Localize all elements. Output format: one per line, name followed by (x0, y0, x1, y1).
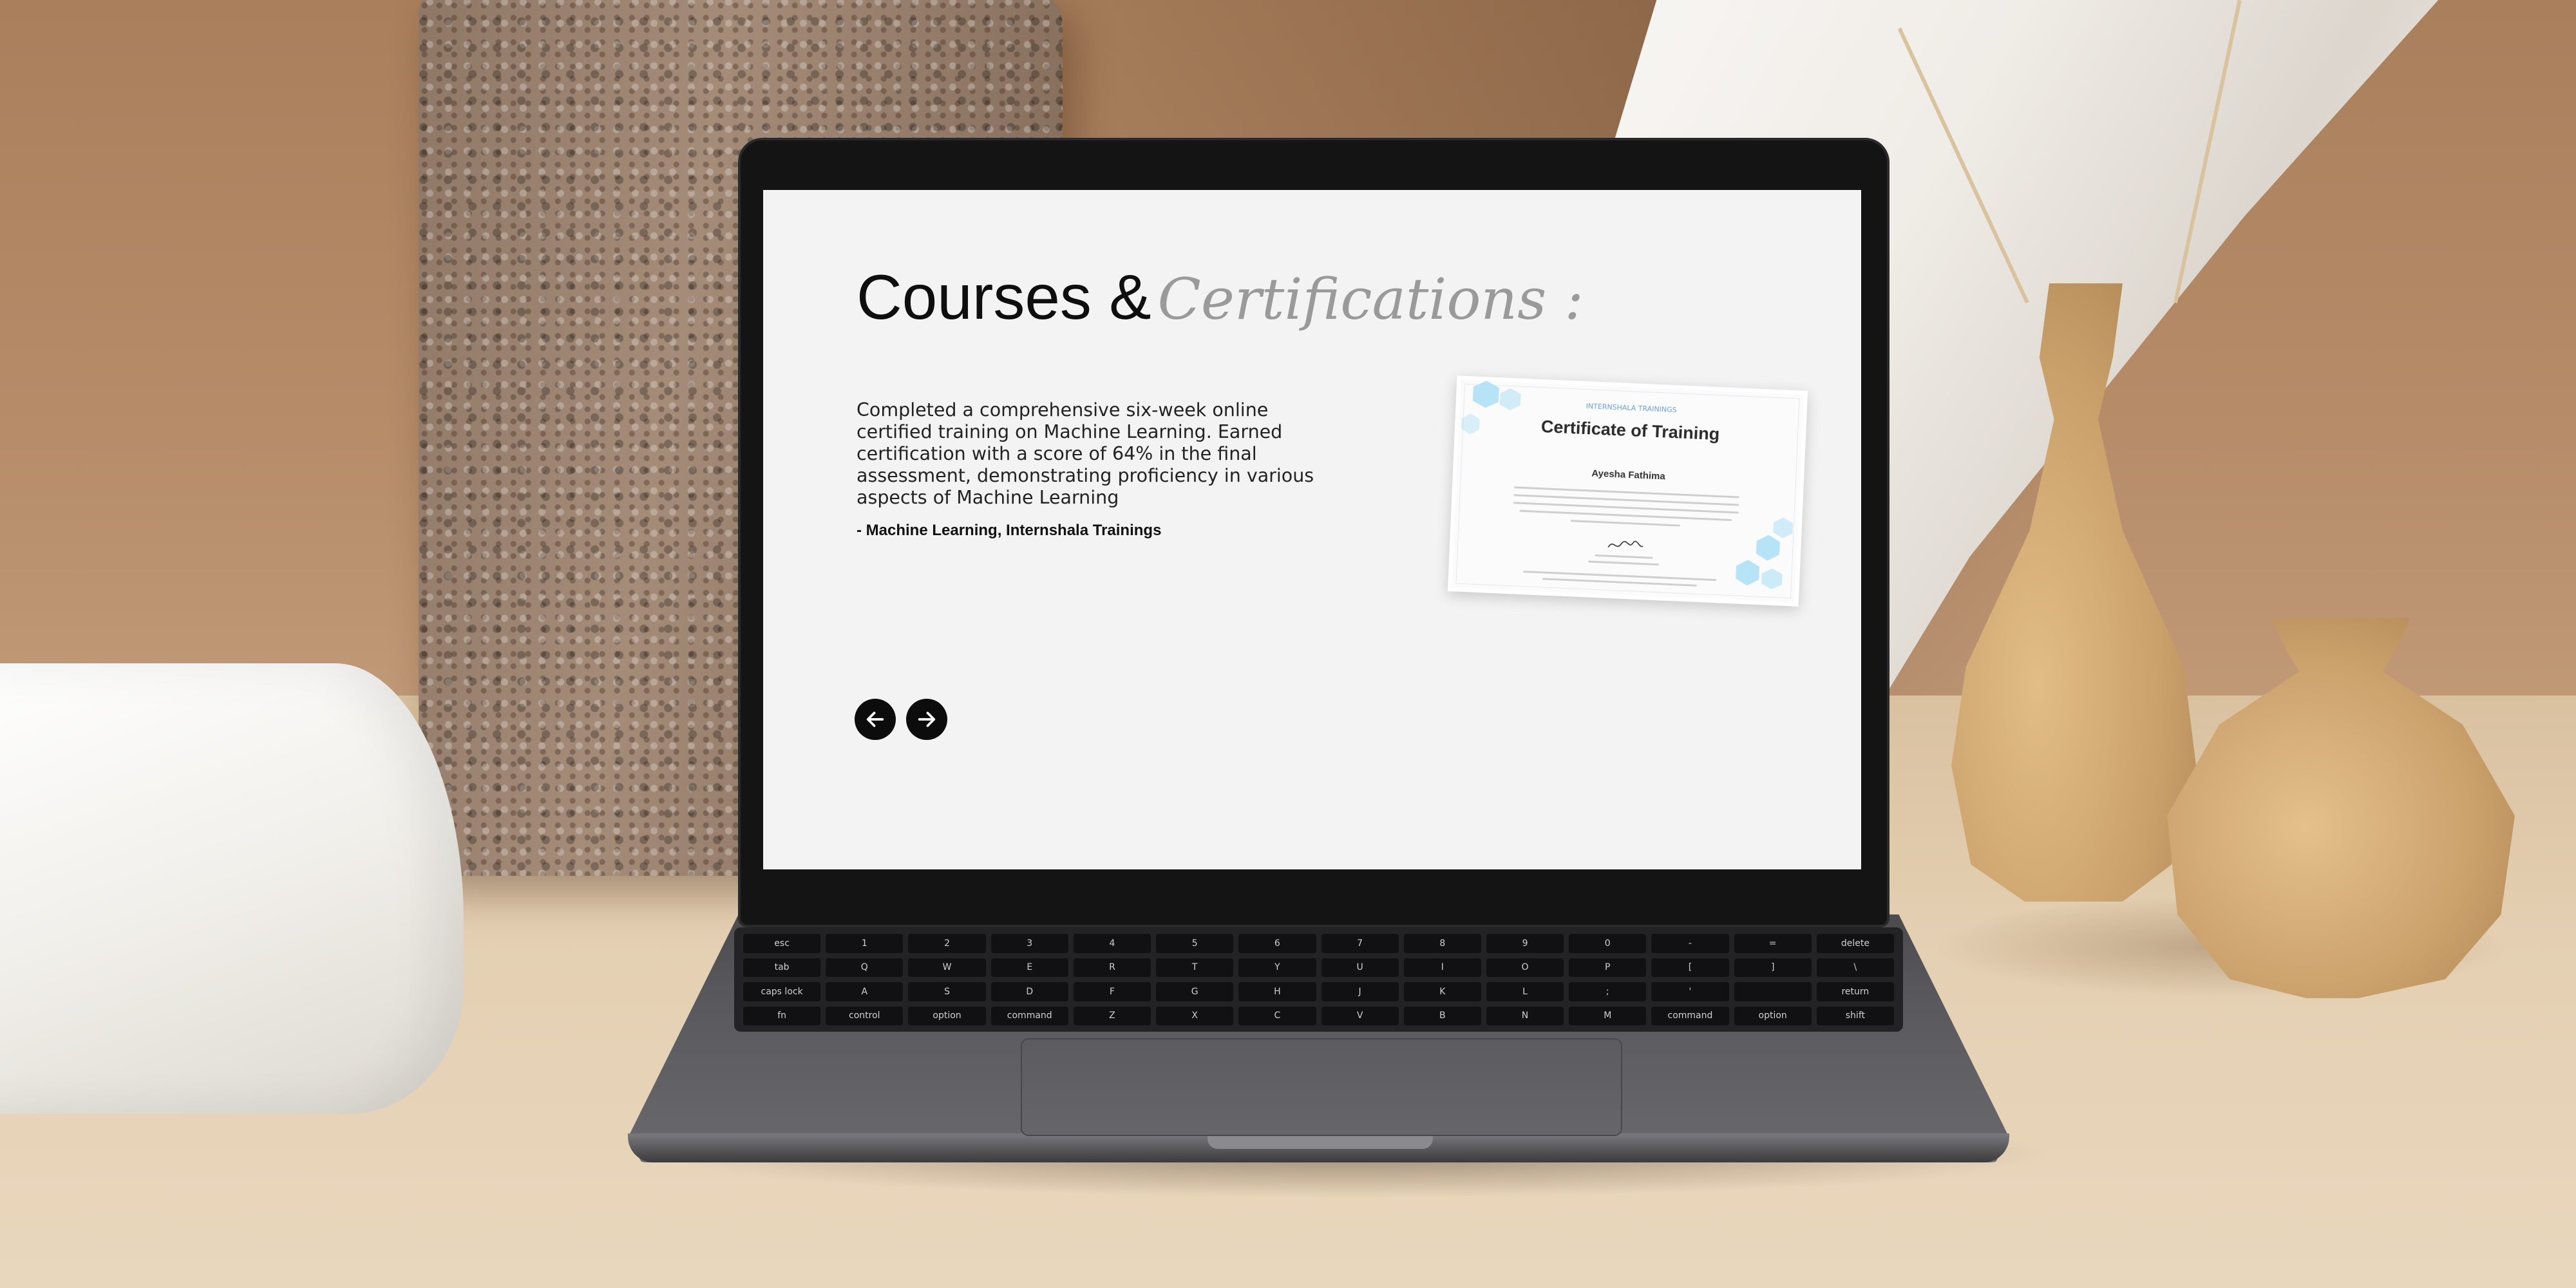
keyboard-key[interactable]: N (1486, 1006, 1564, 1025)
keyboard-key[interactable]: 0 (1569, 934, 1647, 953)
keyboard-key[interactable]: U (1321, 958, 1399, 977)
keyboard-key[interactable]: G (1156, 982, 1234, 1001)
laptop-screen: Courses & Certifications : Completed a co… (763, 190, 1861, 869)
keyboard-key[interactable]: 1 (826, 934, 904, 953)
keyboard-key[interactable]: Z (1073, 1006, 1151, 1025)
keyboard-key[interactable]: S (908, 982, 986, 1001)
keyboard-key[interactable]: E (990, 958, 1068, 977)
course-description: Completed a comprehensive six-week onlin… (857, 399, 1314, 508)
keyboard-key[interactable]: H (1238, 982, 1316, 1001)
trackpad[interactable] (1021, 1038, 1622, 1136)
page-title-accent: Certifications : (1157, 266, 1584, 332)
keyboard-key[interactable]: K (1403, 982, 1481, 1001)
next-button[interactable] (906, 699, 947, 740)
keyboard-key[interactable]: [ (1651, 958, 1729, 977)
keyboard-key[interactable]: X (1156, 1006, 1234, 1025)
keyboard-key[interactable]: \ (1816, 958, 1894, 977)
keyboard-key[interactable]: F (1073, 982, 1151, 1001)
page-title-main: Courses & (857, 261, 1151, 332)
keyboard-key[interactable]: caps lock (743, 982, 821, 1001)
keyboard-key[interactable]: = (1734, 934, 1812, 953)
keyboard-key[interactable]: return (1816, 982, 1894, 1001)
certificate-image[interactable]: INTERNSHALA TRAININGS Certificate of Tra… (1447, 375, 1808, 607)
keyboard-key[interactable]: 5 (1156, 934, 1234, 953)
arrow-right-icon (918, 712, 936, 727)
keyboard-key[interactable]: R (1073, 958, 1151, 977)
keyboard-key[interactable]: 3 (990, 934, 1068, 953)
page-title: Courses & Certifications : (857, 261, 1584, 334)
keyboard-key[interactable]: Y (1238, 958, 1316, 977)
keyboard-key[interactable]: ; (1569, 982, 1647, 1001)
keyboard-key[interactable]: esc (743, 934, 821, 953)
keyboard-key[interactable]: option (1734, 1006, 1812, 1025)
keyboard-key[interactable]: command (990, 1006, 1068, 1025)
keyboard-key[interactable]: P (1569, 958, 1647, 977)
keyboard-key[interactable]: Q (826, 958, 904, 977)
keyboard-key[interactable]: command (1651, 1006, 1729, 1025)
keyboard-key[interactable]: L (1486, 982, 1564, 1001)
keyboard-key[interactable]: C (1238, 1006, 1316, 1025)
keyboard-key[interactable]: tab (743, 958, 821, 977)
keyboard-key[interactable]: 2 (908, 934, 986, 953)
signature-icon (1607, 540, 1643, 548)
keyboard-key[interactable]: option (908, 1006, 986, 1025)
keyboard-key[interactable] (1734, 982, 1812, 1001)
keyboard-key[interactable]: control (826, 1006, 904, 1025)
keyboard-key[interactable]: J (1321, 982, 1399, 1001)
keyboard-key[interactable]: 9 (1486, 934, 1564, 953)
keyboard-key[interactable]: T (1156, 958, 1234, 977)
keyboard-key[interactable]: 8 (1403, 934, 1481, 953)
keyboard: esc 1 2 3 4 5 6 7 8 9 0- = delete tab Q W E R T Y U I O P[] \ cap… (734, 927, 1903, 1032)
keyboard-key[interactable]: - (1651, 934, 1729, 953)
arrow-left-icon (866, 712, 884, 727)
keyboard-key[interactable]: ] (1734, 958, 1812, 977)
folded-cloth (0, 663, 464, 1114)
course-source: - Machine Learning, Internshala Training… (857, 522, 1162, 539)
previous-button[interactable] (855, 699, 896, 740)
keyboard-key[interactable]: 7 (1321, 934, 1399, 953)
keyboard-key[interactable]: 4 (1073, 934, 1151, 953)
keyboard-key[interactable]: A (826, 982, 904, 1001)
keyboard-key[interactable]: ' (1651, 982, 1729, 1001)
keyboard-key[interactable]: B (1403, 1006, 1481, 1025)
keyboard-key[interactable]: M (1569, 1006, 1647, 1025)
keyboard-key[interactable]: delete (1816, 934, 1894, 953)
keyboard-key[interactable]: W (908, 958, 986, 977)
keyboard-key[interactable]: fn (743, 1006, 821, 1025)
keyboard-key[interactable]: 6 (1238, 934, 1316, 953)
keyboard-key[interactable]: O (1486, 958, 1564, 977)
keyboard-key[interactable]: D (990, 982, 1068, 1001)
keyboard-key[interactable]: I (1403, 958, 1481, 977)
keyboard-key[interactable]: V (1321, 1006, 1399, 1025)
keyboard-key[interactable]: shift (1816, 1006, 1894, 1025)
